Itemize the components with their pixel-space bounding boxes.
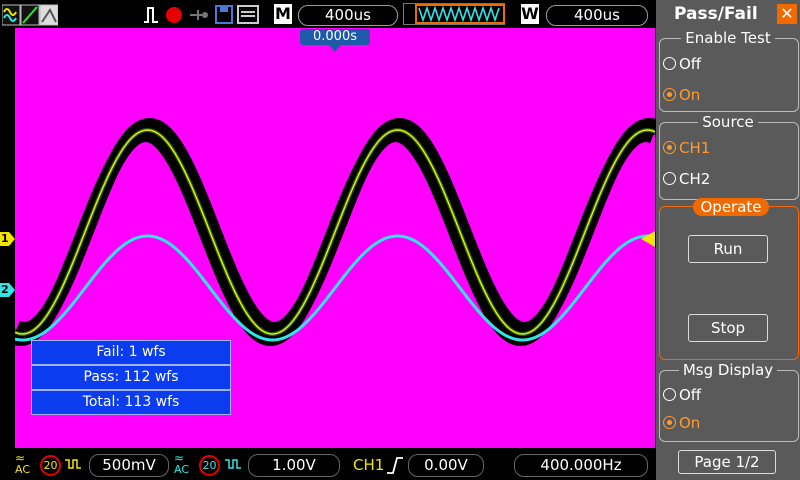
radio-selected-icon — [663, 141, 676, 154]
radio-selected-icon — [663, 416, 676, 429]
radio-icon — [663, 388, 676, 401]
source-label: Source — [656, 113, 800, 131]
ch2-bandwidth-limit: 20 — [199, 455, 220, 476]
trigger-level[interactable]: 0.00V — [408, 454, 484, 477]
stop-button[interactable]: Stop — [688, 314, 768, 342]
ch1-bandwidth-limit: 20 — [40, 455, 61, 476]
enable-test-off[interactable]: Off — [663, 55, 701, 73]
timebase-display[interactable]: 400us — [298, 5, 398, 26]
trigger-level-icon[interactable] — [641, 231, 655, 247]
source-ch1[interactable]: CH1 — [663, 139, 710, 157]
close-icon[interactable]: ✕ — [777, 4, 797, 24]
ch1-marker-label: 1 — [1, 232, 9, 245]
top-status-bar: M 400us W 400us — [0, 0, 654, 28]
msg-display-on[interactable]: On — [663, 414, 700, 432]
fail-count: Fail: 1 wfs — [31, 340, 231, 365]
trigger-time-readout[interactable]: 0.000s — [300, 29, 370, 45]
ch2-invert-icon — [225, 459, 241, 469]
menu-icons[interactable] — [2, 4, 58, 26]
pass-count: Pass: 112 wfs — [31, 365, 231, 390]
trigger-source: CH1 — [353, 456, 385, 474]
acquire-status-icons — [144, 5, 259, 24]
radio-selected-icon — [663, 88, 676, 101]
window-indicator: W — [521, 4, 539, 24]
page-button[interactable]: Page 1/2 — [678, 450, 776, 474]
trigger-position-icon — [329, 45, 341, 52]
ch1-invert-icon — [65, 459, 81, 469]
ch2-scale[interactable]: 1.00V — [248, 454, 340, 477]
source-group — [659, 122, 799, 200]
ch1-coupling: ≈ AC — [15, 451, 31, 476]
enable-test-label: Enable Test — [656, 29, 800, 47]
operate-label: Operate — [693, 198, 769, 216]
msg-display-label: Msg Display — [656, 361, 800, 379]
source-ch2[interactable]: CH2 — [663, 170, 710, 188]
total-count: Total: 113 wfs — [31, 390, 231, 415]
ch1-scale[interactable]: 500mV — [89, 454, 169, 477]
ch2-marker-label: 2 — [1, 283, 9, 296]
msg-display-off[interactable]: Off — [663, 386, 701, 404]
run-button[interactable]: Run — [688, 235, 768, 263]
radio-icon — [663, 172, 676, 185]
enable-test-on[interactable]: On — [663, 86, 700, 104]
rising-edge-icon — [387, 457, 403, 474]
frequency-counter: 400.000Hz — [514, 454, 648, 477]
window-timebase-display[interactable]: 400us — [546, 5, 648, 26]
radio-icon — [663, 57, 676, 70]
waveform-memory-icon — [403, 3, 505, 25]
mode-indicator: M — [274, 4, 292, 24]
ch2-coupling: ≈ AC — [174, 451, 190, 476]
